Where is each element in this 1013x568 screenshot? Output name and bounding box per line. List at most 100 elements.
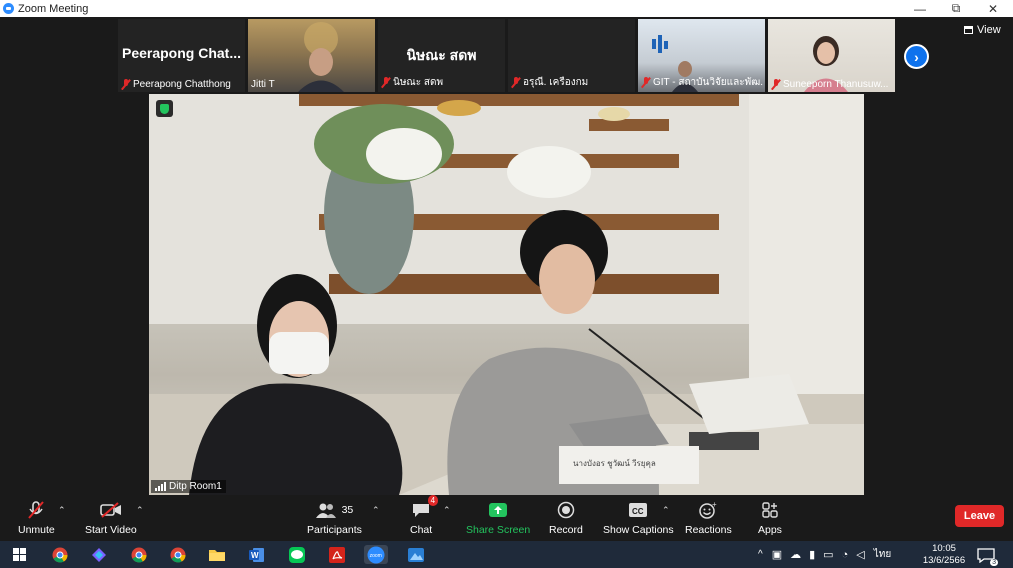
signal-bars-icon <box>155 482 166 491</box>
battery-icon[interactable]: ▭ <box>823 548 833 561</box>
participant-big-name: Peerapong Chat... <box>121 45 242 61</box>
window-title: Zoom Meeting <box>18 2 89 15</box>
participant-name: Peerapong Chatthong <box>133 79 231 90</box>
mic-muted-icon <box>27 499 45 521</box>
audio-options-caret-icon[interactable]: ⌃ <box>58 505 66 516</box>
gallery-strip: Peerapong Chat... Peerapong Chatthong Ji… <box>118 19 895 92</box>
record-label: Record <box>549 524 583 536</box>
wifi-icon[interactable]: ◔ <box>842 549 849 561</box>
word-icon[interactable]: W <box>247 545 267 564</box>
share-screen-label: Share Screen <box>466 524 531 536</box>
participant-tile[interactable]: Suneeporn Thanusuw... <box>768 19 895 92</box>
video-options-caret-icon[interactable]: ⌃ <box>136 505 144 516</box>
zoom-taskbar-icon[interactable]: zoom <box>364 545 388 564</box>
apps-icon <box>761 499 779 521</box>
close-button[interactable]: ✕ <box>975 0 1011 17</box>
chat-button[interactable]: 4 Chat <box>410 495 439 536</box>
microphone-icon[interactable]: ▮ <box>809 548 815 561</box>
chat-badge: 4 <box>427 495 439 506</box>
record-icon <box>557 499 575 521</box>
file-explorer-icon[interactable] <box>207 545 227 564</box>
participant-tile[interactable]: Peerapong Chat... Peerapong Chatthong <box>118 19 245 92</box>
chevron-up-icon[interactable]: ^ <box>758 549 763 560</box>
main-video: นางบังอร ชูวัฒน์ วีรยุคุล Ditp Room1 <box>149 94 864 495</box>
chat-icon: 4 <box>412 495 439 521</box>
participant-name: Suneeporn Thanusuw... <box>783 79 889 90</box>
participant-label: Jitti T <box>251 79 373 90</box>
participant-label: อรุณี. เครืองกม <box>511 75 633 90</box>
language-indicator[interactable]: ไทย <box>874 547 891 562</box>
participant-big-name: นิษณะ สดพ <box>406 47 477 63</box>
meeting-toolbar: Unmute ⌃ Start Video ⌃ 35 Participants ⌃… <box>0 495 1013 541</box>
participant-tile[interactable]: GIT - สถาบันวิจัยและพัฒ... <box>638 19 765 92</box>
nameplate-text: นางบังอร ชูวัฒน์ วีรยุคุล <box>573 459 656 468</box>
participant-tile[interactable]: Jitti T <box>248 19 375 92</box>
minimize-button[interactable]: — <box>902 0 938 17</box>
participant-label: Peerapong Chatthong <box>121 79 243 90</box>
photos-icon[interactable] <box>406 545 426 564</box>
windows-start-icon[interactable] <box>10 545 30 564</box>
speaker-name-label: Ditp Room1 <box>151 480 226 493</box>
line-icon[interactable] <box>287 545 307 564</box>
unmute-button[interactable]: Unmute <box>18 499 55 536</box>
start-video-button[interactable]: Start Video <box>85 499 137 536</box>
chrome-profile-icon[interactable] <box>129 545 149 564</box>
participants-button[interactable]: 35 Participants <box>307 499 362 536</box>
chrome-alt-icon[interactable] <box>168 545 188 564</box>
view-grid-icon <box>964 26 973 34</box>
view-label: View <box>977 24 1001 36</box>
meet-now-icon[interactable]: ▣ <box>772 548 782 561</box>
participants-caret-icon[interactable]: ⌃ <box>372 505 380 516</box>
captions-caret-icon[interactable]: ⌃ <box>662 505 670 516</box>
leave-button[interactable]: Leave <box>955 505 1004 527</box>
participants-icon: 35 <box>315 499 354 521</box>
reactions-label: Reactions <box>685 524 732 536</box>
view-button[interactable]: View <box>964 24 1001 36</box>
chrome-icon[interactable] <box>50 545 70 564</box>
svg-text:+: + <box>712 501 717 509</box>
notifications-count: 3 <box>990 559 998 566</box>
participants-count: 35 <box>341 504 354 516</box>
share-screen-icon <box>488 499 508 521</box>
start-video-label: Start Video <box>85 524 137 536</box>
taskbar-clock[interactable]: 10:05 13/6/2566 <box>922 543 966 567</box>
title-bar: Zoom Meeting — ⧉ ✕ <box>0 0 1013 17</box>
show-captions-label: Show Captions <box>603 524 674 536</box>
participant-tile[interactable]: นิษณะ สดพ นิษณะ สดพ <box>378 19 505 92</box>
zoom-logo-icon <box>3 3 14 14</box>
onedrive-icon[interactable]: ☁ <box>790 548 801 561</box>
captions-icon: CC <box>628 499 648 521</box>
system-tray: ^ ▣ ☁ ▮ ▭ ◔ ◁ ไทย <box>758 541 891 568</box>
video-off-icon <box>100 499 122 521</box>
mic-muted-icon <box>641 77 650 88</box>
mic-muted-icon <box>381 77 390 88</box>
chat-caret-icon[interactable]: ⌃ <box>443 505 451 516</box>
apps-label: Apps <box>758 524 782 536</box>
chevron-right-icon[interactable]: › <box>904 44 929 69</box>
speaker-name: Ditp Room1 <box>169 481 222 492</box>
restore-button[interactable]: ⧉ <box>938 0 974 17</box>
encryption-shield-icon[interactable] <box>156 100 173 117</box>
speaker-video-scene <box>149 94 864 495</box>
record-button[interactable]: Record <box>549 499 583 536</box>
participant-name: นิษณะ สดพ <box>393 77 444 88</box>
copilot-icon[interactable] <box>89 545 109 564</box>
apps-button[interactable]: Apps <box>758 499 782 536</box>
notifications-icon[interactable]: 3 <box>976 545 998 566</box>
participant-tile[interactable]: อรุณี. เครืองกม <box>508 19 635 92</box>
participant-label: GIT - สถาบันวิจัยและพัฒ... <box>641 75 763 90</box>
svg-text:zoom: zoom <box>370 553 382 559</box>
participant-name: อรุณี. เครืองกม <box>523 77 589 88</box>
participant-label: นิษณะ สดพ <box>381 75 503 90</box>
clock-date: 13/6/2566 <box>922 555 966 566</box>
unmute-label: Unmute <box>18 524 55 536</box>
mic-muted-icon <box>511 77 520 88</box>
svg-text:CC: CC <box>632 507 644 516</box>
reactions-icon: + <box>698 499 718 521</box>
meeting-area: Peerapong Chat... Peerapong Chatthong Ji… <box>0 17 1013 495</box>
volume-icon[interactable]: ◁ <box>856 548 864 561</box>
share-screen-button[interactable]: Share Screen <box>466 499 530 536</box>
acrobat-icon[interactable] <box>327 545 347 564</box>
reactions-button[interactable]: + Reactions <box>685 499 732 536</box>
participants-label: Participants <box>307 524 362 536</box>
